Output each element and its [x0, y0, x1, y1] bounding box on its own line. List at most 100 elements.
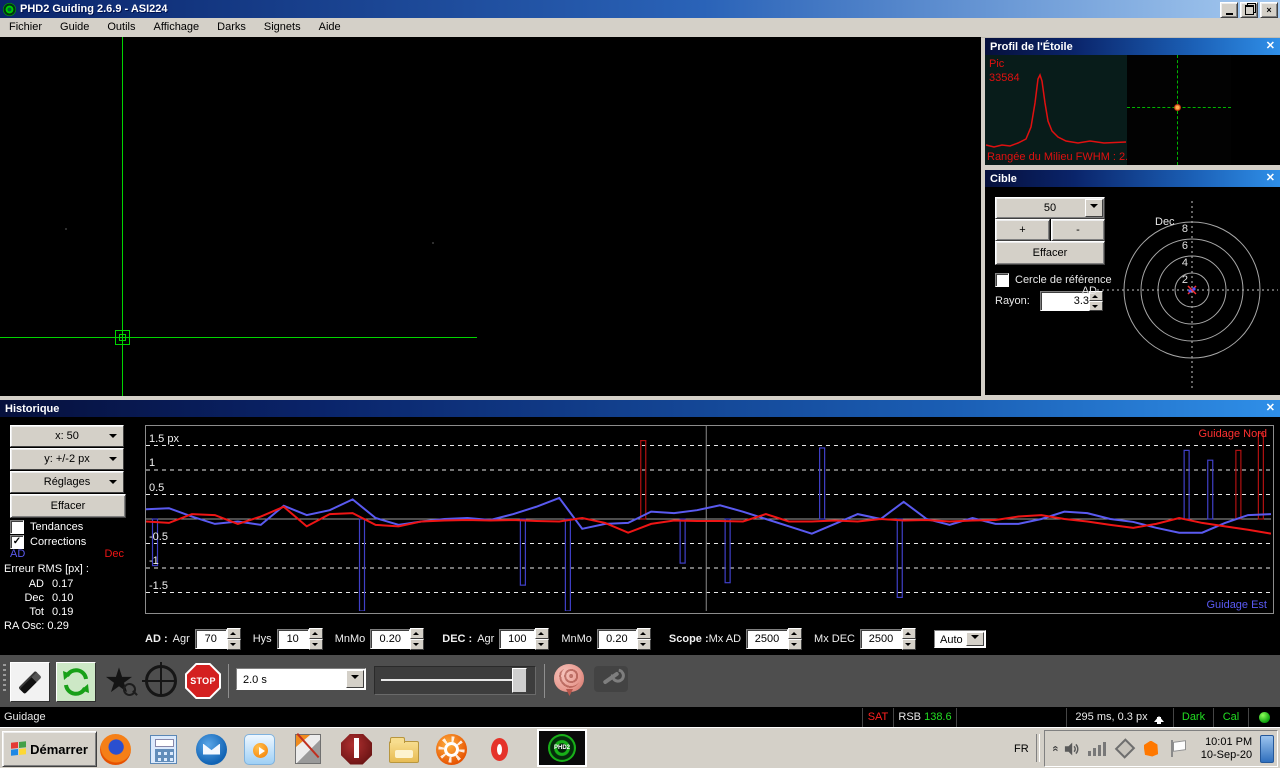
system-tray: » 10:01 PM 10-Sep-20 — [1044, 730, 1278, 767]
flag-tray-icon[interactable] — [1169, 740, 1184, 757]
slider-track — [381, 679, 525, 681]
faint-star — [65, 228, 67, 230]
trend-checkbox[interactable] — [10, 520, 24, 534]
star-select-icon: ★ — [103, 661, 137, 701]
ra-minmove-stepper[interactable]: 0.20 — [370, 628, 425, 650]
max-dec-stepper[interactable]: 2500 — [859, 628, 916, 650]
volume-icon[interactable] — [1064, 741, 1080, 757]
max-ra-stepper[interactable]: 2500 — [746, 628, 803, 650]
target-panel-titlebar[interactable]: Cible ✕ — [985, 170, 1280, 187]
toolbar-separator — [544, 664, 545, 698]
y-scale-select[interactable]: y: +/-2 px — [10, 448, 124, 470]
tray-clock[interactable]: 10:01 PM 10-Sep-20 — [1196, 736, 1252, 762]
close-icon[interactable]: ✕ — [1266, 171, 1275, 184]
sync-tray-icon[interactable] — [1114, 738, 1135, 759]
history-clear-button[interactable]: Effacer — [10, 494, 126, 518]
firefox-icon[interactable] — [100, 733, 131, 765]
close-icon[interactable]: ✕ — [1266, 39, 1275, 52]
minimize-button[interactable] — [1220, 2, 1238, 18]
exposure-select[interactable]: 2.0 s — [236, 668, 366, 690]
corrections-checkbox[interactable]: ✓ — [10, 535, 24, 549]
ra-aggression-stepper[interactable]: 70 — [194, 628, 241, 650]
ra-hysteresis-stepper[interactable]: 10 — [276, 628, 323, 650]
target-panel-title: Cible — [990, 172, 1017, 185]
close-icon[interactable]: ✕ — [1266, 401, 1275, 414]
calculator-icon[interactable] — [150, 734, 177, 764]
dec-agr-label: Agr — [477, 633, 495, 645]
network-signal-icon[interactable] — [1087, 741, 1106, 756]
history-titlebar[interactable]: Historique ✕ — [0, 400, 1280, 417]
north-guiding-label: Guidage Nord — [1198, 428, 1268, 440]
start-guiding-button[interactable] — [142, 662, 180, 700]
menu-item-aide[interactable]: Aide — [310, 18, 350, 37]
menu-item-affichage[interactable]: Affichage — [145, 18, 209, 37]
saturation-indicator: SAT — [862, 708, 893, 727]
restore-button[interactable] — [1240, 2, 1258, 18]
settings-icon[interactable] — [436, 733, 467, 765]
stop-button[interactable]: STOP — [184, 662, 222, 700]
media-player-icon[interactable] — [244, 733, 275, 765]
chevron-up-icon[interactable]: » — [1050, 746, 1062, 751]
guide-star-image — [1174, 104, 1181, 111]
snr-readout: RSB 138.6 — [893, 708, 956, 727]
mnmo-label: MnMo — [334, 633, 366, 645]
menu-item-darks[interactable]: Darks — [208, 18, 255, 37]
connect-equipment-button[interactable] — [10, 662, 50, 702]
clock-time: 10:01 PM — [1205, 735, 1253, 748]
antivirus-tray-icon[interactable] — [1143, 740, 1159, 757]
svg-text:2: 2 — [1182, 274, 1188, 286]
svg-text:AD: AD — [1082, 285, 1097, 297]
dec-minmove-stepper[interactable]: 0.20 — [596, 628, 651, 650]
pulse-readout: 295 ms, 0.3 px — [1066, 708, 1173, 727]
dec-aggression-stepper[interactable]: 100 — [499, 628, 550, 650]
rms-row: Tot 0.19 — [29, 606, 74, 618]
star-profile-title: Profil de l'Étoile — [990, 40, 1073, 53]
x-scale-select[interactable]: x: 50 — [10, 425, 124, 447]
show-desktop-button[interactable] — [1260, 734, 1274, 763]
chevron-down-icon[interactable] — [965, 632, 984, 646]
star-profile-panel: Profil de l'Étoile ✕ Pic 33584 Rangée du … — [985, 38, 1280, 165]
menu-item-fichier[interactable]: Fichier — [0, 18, 51, 37]
auto-select-star-button[interactable]: ★ — [100, 662, 138, 700]
antivirus-icon[interactable] — [341, 733, 372, 765]
loop-exposures-button[interactable] — [56, 662, 96, 702]
close-button[interactable]: × — [1260, 2, 1278, 18]
toolbar-grip[interactable] — [3, 664, 6, 694]
menu-item-guide[interactable]: Guide — [51, 18, 98, 37]
star-profile-plot: Pic 33584 Rangée du Milieu FWHM : 2.5 — [985, 55, 1127, 165]
camera-properties-button[interactable] — [594, 666, 628, 692]
dec-legend: Dec — [104, 548, 124, 560]
star-profile-titlebar[interactable]: Profil de l'Étoile ✕ — [985, 38, 1280, 55]
menu-item-signets[interactable]: Signets — [255, 18, 310, 37]
thunderbird-icon[interactable] — [196, 733, 227, 765]
camera-view[interactable] — [0, 37, 981, 396]
svg-text:Dec: Dec — [1155, 216, 1175, 228]
agr-label: Agr — [172, 633, 190, 645]
camera-connect-icon — [18, 670, 42, 694]
trend-label: Tendances — [30, 521, 84, 533]
settings-select[interactable]: Réglages — [10, 471, 124, 493]
slider-thumb[interactable] — [512, 668, 527, 693]
taskbar-item-phd2[interactable]: PHD2 — [537, 729, 587, 767]
y-axis-label: 1.5 px — [149, 432, 179, 445]
imaging-icon[interactable] — [295, 733, 321, 764]
opera-icon[interactable] — [491, 737, 508, 761]
y-axis-label: -1 — [149, 555, 159, 567]
target-bullseye-plot: 2 4 6 8 Dec AD — [1082, 201, 1278, 389]
file-manager-icon[interactable] — [389, 737, 419, 763]
target-panel: Cible ✕ 50 + - Effacer Cercle de référen… — [985, 170, 1280, 395]
y-axis-label: -1.5 — [149, 579, 168, 592]
start-button[interactable]: Démarrer — [2, 731, 97, 767]
window-titlebar[interactable]: PHD2 Guiding 2.6.9 - ASI224 × — [0, 0, 1280, 18]
advanced-settings-brain-icon[interactable] — [554, 664, 584, 692]
guide-parameters-row: AD : Agr 70 Hys 10 MnMo 0.20 DEC : Agr 1… — [145, 628, 986, 650]
toolbar-separator — [228, 664, 229, 698]
quick-launch-bar — [100, 731, 515, 767]
svg-text:8: 8 — [1182, 223, 1188, 235]
dec-mode-select[interactable]: Auto — [933, 630, 986, 648]
menu-item-outils[interactable]: Outils — [98, 18, 144, 37]
peak-readout: Pic 33584 — [989, 58, 1020, 84]
chevron-down-icon[interactable] — [346, 670, 364, 688]
gamma-slider[interactable] — [374, 666, 536, 695]
phd2-app-window: PHD2 Guiding 2.6.9 - ASI224 × Fichier Gui… — [0, 0, 1280, 768]
